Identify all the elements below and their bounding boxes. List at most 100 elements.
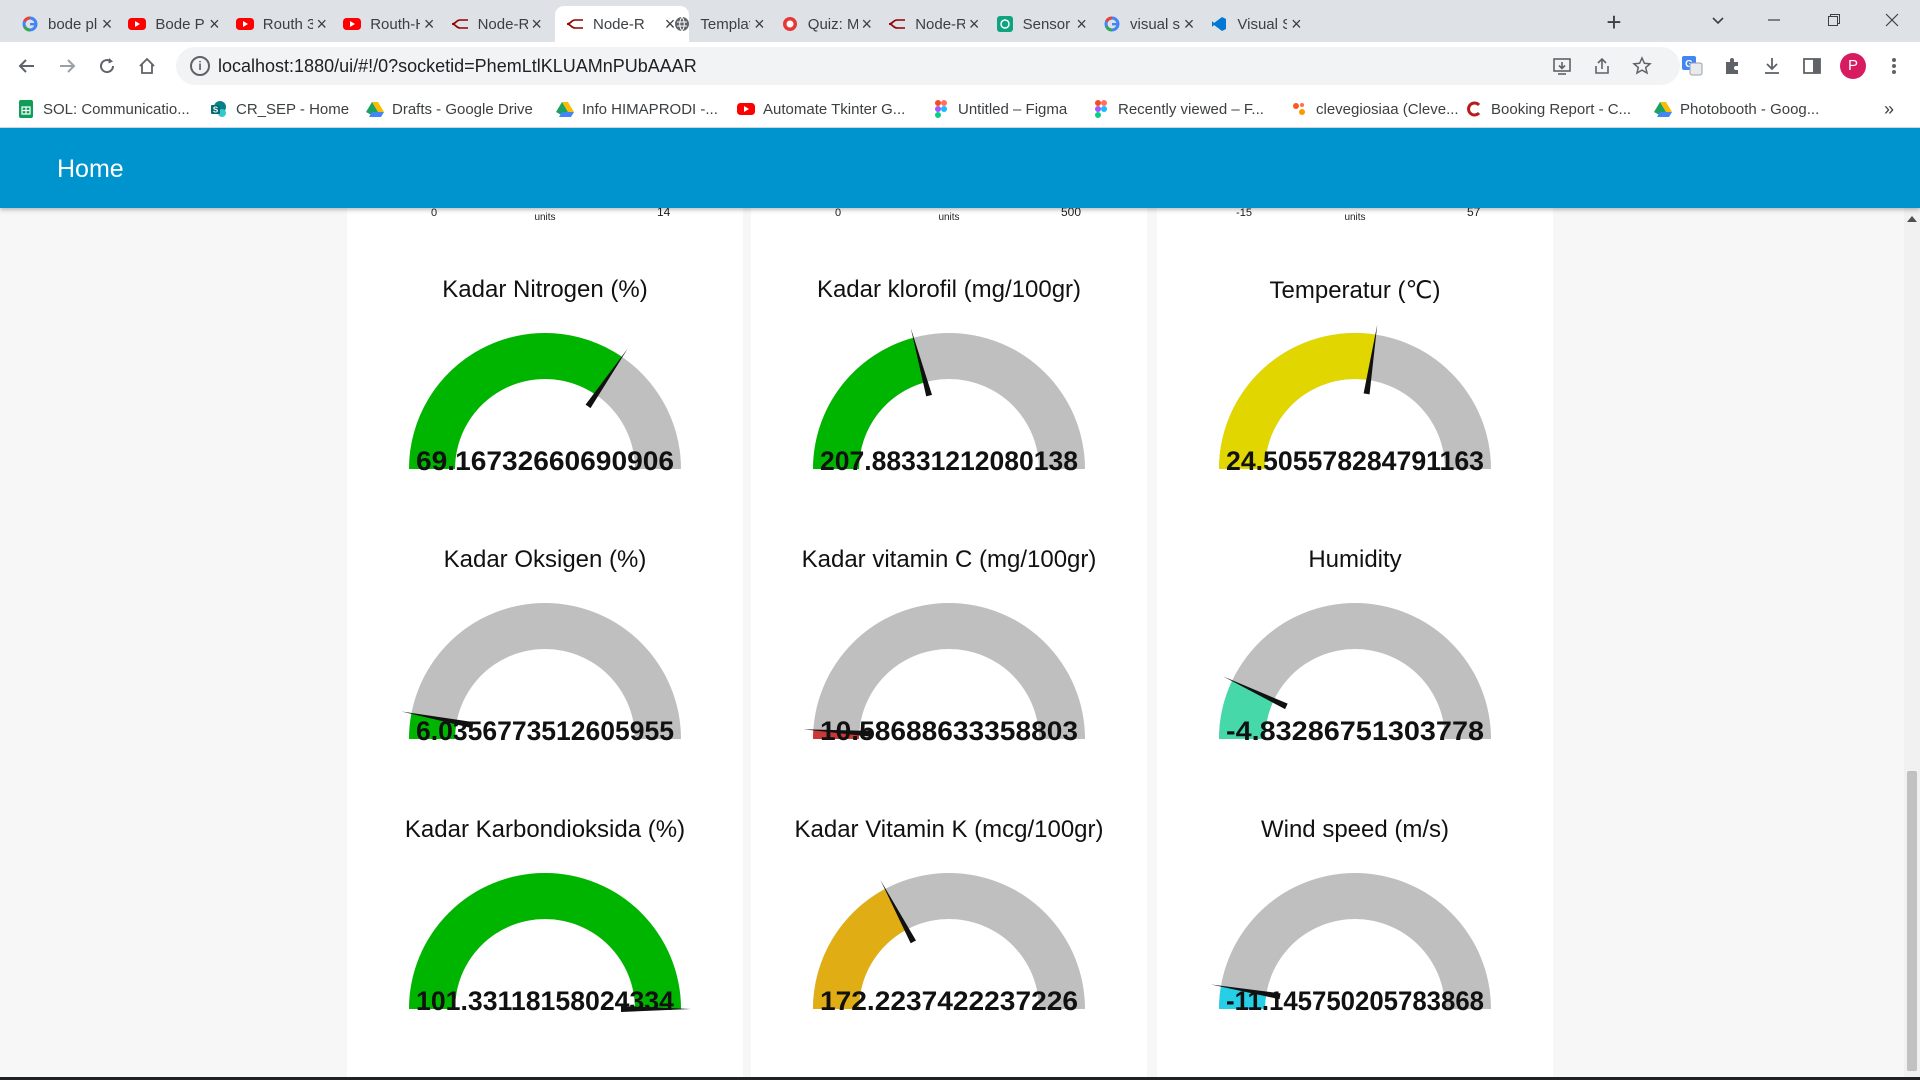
tab-close-icon[interactable]: × [1180, 14, 1198, 35]
page-scrollbar[interactable] [1904, 208, 1920, 1080]
gauge-group-3: -15 units 57 Temperatur (℃) 24.5055782847911… [1157, 208, 1553, 1080]
bookmark-item[interactable]: S CR_SEP - Home [210, 97, 349, 121]
drive-icon [1654, 100, 1672, 118]
browser-tab[interactable]: Routh-H× [332, 6, 448, 42]
tab-close-icon[interactable]: × [313, 14, 331, 35]
vscode-icon [1209, 14, 1229, 34]
gauge-value: 10.58688633358803 [820, 716, 1078, 746]
gauge-dial: 10.586886333588030units500 [803, 603, 1085, 748]
dashboard-content: 0 units 14 Kadar Nitrogen (%) 69.16732660690… [0, 208, 1904, 1080]
tab-title: Sensor [1022, 15, 1071, 33]
tab-title: visual s [1130, 15, 1180, 33]
gauge-group-1: 0 units 14 Kadar Nitrogen (%) 69.16732660690… [347, 208, 743, 1080]
gauge-value: -4.83286751303778 [1226, 716, 1484, 746]
tab-close-icon[interactable]: × [1287, 14, 1305, 35]
profile-avatar[interactable]: P [1840, 53, 1866, 79]
new-tab-button[interactable]: + [1598, 6, 1630, 38]
side-panel-icon[interactable] [1798, 52, 1826, 80]
scrollbar-thumb[interactable] [1907, 771, 1917, 1071]
clevegio-icon [1290, 100, 1308, 118]
tab-close-icon[interactable]: × [420, 14, 438, 35]
bookmark-item[interactable]: Drafts - Google Drive [366, 97, 533, 121]
youtube-icon [127, 14, 147, 34]
gauge-widget: Kadar vitamin C (mg/100gr) 10.58688633358… [751, 478, 1147, 748]
gauge-group-2: 0 units 500 Kadar klorofil (mg/100gr) 207.88… [751, 208, 1147, 1080]
gauge-widget: Kadar klorofil (mg/100gr) 207.88331212080… [751, 208, 1147, 478]
browser-tab[interactable]: Quiz: M × [770, 6, 886, 42]
node-red-icon [887, 14, 907, 34]
tab-title: Routh-H [370, 15, 420, 33]
browser-tab[interactable]: Routh 3 × [225, 6, 341, 42]
minimize-button[interactable] [1746, 0, 1802, 40]
gauge-widget: Kadar Nitrogen (%)69.167326606909060unit… [347, 208, 743, 478]
bookmark-star-icon[interactable] [1628, 52, 1656, 80]
figma-icon [1092, 100, 1110, 118]
browser-tab[interactable]: visual s × [1092, 6, 1208, 42]
home-button[interactable] [131, 50, 163, 82]
page-title: Home [57, 155, 124, 183]
browser-tab[interactable]: Node-R × [440, 6, 556, 42]
translate-icon[interactable]: G [1678, 52, 1706, 80]
bookmark-item[interactable]: clevegiosiaa (Cleve... [1290, 97, 1459, 121]
url-text[interactable]: localhost:1880/ui/#!/0?socketid=PhemLtlK… [218, 56, 697, 77]
globe-icon [672, 14, 692, 34]
restore-button[interactable] [1806, 0, 1862, 40]
more-bookmarks-button[interactable]: » [1884, 97, 1894, 121]
browser-tab[interactable]: Node-R × [877, 6, 993, 42]
tab-close-icon[interactable]: × [528, 14, 546, 35]
browser-menu-icon[interactable] [1880, 52, 1908, 80]
browser-tab[interactable]: Sensor × [985, 6, 1101, 42]
gauge-dial: 69.167326606909060units100 [409, 333, 681, 478]
tab-close-icon[interactable]: × [98, 14, 116, 35]
bookmark-item[interactable]: SOL: Communicatio... [17, 97, 190, 121]
tab-title: Routh 3 [262, 15, 313, 33]
quiz-icon [780, 14, 800, 34]
browser-tab[interactable]: Visual S × [1199, 6, 1315, 42]
reload-button[interactable] [91, 50, 123, 82]
tab-close-icon[interactable]: × [205, 14, 223, 35]
tab-close-icon[interactable]: × [858, 14, 876, 35]
tab-close-icon[interactable]: × [750, 14, 768, 35]
downloads-icon[interactable] [1758, 52, 1786, 80]
bookmark-label: Booking Report - C... [1491, 100, 1632, 118]
gauge-dial: 207.883312120801380units500 [813, 328, 1085, 478]
bookmark-item[interactable]: Info HIMAPRODI -... [556, 97, 718, 121]
tab-title: Bode Pl [155, 15, 206, 33]
youtube-icon [737, 100, 755, 118]
sheets-icon [17, 100, 35, 118]
sharepoint-icon: S [210, 100, 228, 118]
site-info-icon[interactable]: i [190, 56, 210, 76]
browser-tab[interactable]: Templat × [662, 6, 778, 42]
tab-search-chevron-icon[interactable] [1690, 0, 1746, 40]
bookmark-item[interactable]: Photobooth - Goog... [1654, 97, 1819, 121]
tab-title: Templat [700, 15, 751, 33]
bookmark-label: Automate Tkinter G... [763, 100, 906, 118]
bookmark-label: Info HIMAPRODI -... [582, 100, 718, 118]
bookmark-item[interactable]: Recently viewed – F... [1092, 97, 1264, 121]
scroll-up-arrow-icon[interactable] [1907, 216, 1917, 222]
browser-tab[interactable]: Bode Pl × [117, 6, 233, 42]
forward-button[interactable] [51, 50, 83, 82]
install-app-icon[interactable] [1548, 52, 1576, 80]
address-bar[interactable]: i localhost:1880/ui/#!/0?socketid=PhemLt… [176, 47, 1680, 85]
gauge-max-label: 100 [646, 1016, 666, 1018]
google-icon [20, 14, 40, 34]
gauge-max-label: 57 [1459, 1016, 1473, 1018]
gauge-max-label: 500 [1050, 1016, 1070, 1018]
gauge-dial: 6.035677351260595​50units100 [401, 603, 681, 748]
extensions-icon[interactable] [1718, 52, 1746, 80]
bookmark-label: SOL: Communicatio... [43, 100, 190, 118]
browser-tab[interactable]: bode pl × [10, 6, 126, 42]
bookmark-item[interactable]: Untitled – Figma [932, 97, 1067, 121]
bookmark-item[interactable]: Automate Tkinter G... [737, 97, 905, 121]
back-button[interactable] [11, 50, 43, 82]
tab-close-icon[interactable]: × [1073, 14, 1091, 35]
bookmark-item[interactable]: Booking Report - C... [1465, 97, 1631, 121]
drive-icon [366, 100, 384, 118]
svg-text:S: S [213, 106, 219, 115]
tab-close-icon[interactable]: × [965, 14, 983, 35]
close-window-button[interactable] [1864, 0, 1920, 40]
gauge-dial: -4.83286751303778-15units57 [1219, 603, 1491, 748]
bookmark-label: Drafts - Google Drive [392, 100, 533, 118]
share-icon[interactable] [1588, 52, 1616, 80]
